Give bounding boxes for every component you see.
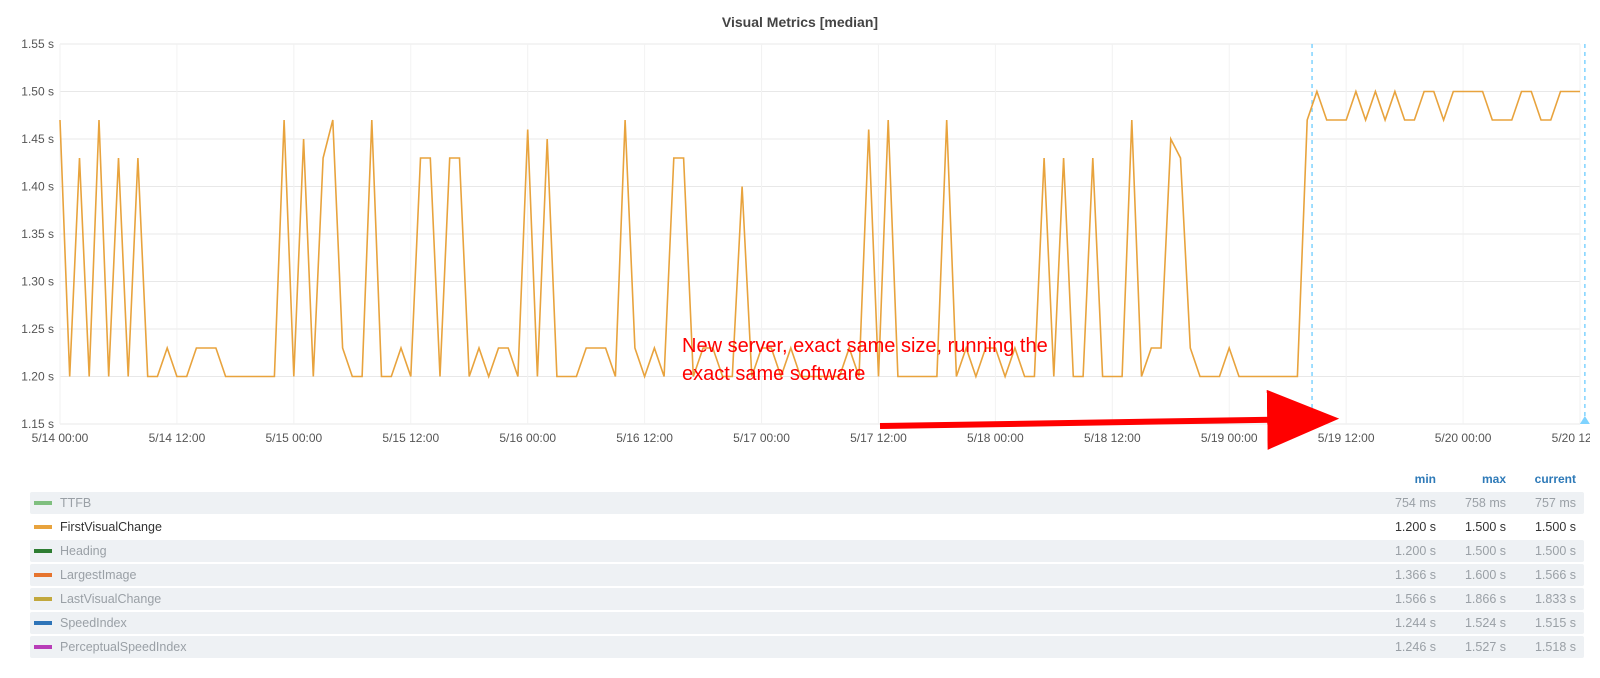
legend-current: 1.518 s: [1506, 640, 1576, 654]
legend-current: 757 ms: [1506, 496, 1576, 510]
legend-series-name: FirstVisualChange: [60, 520, 1366, 534]
legend-current: 1.500 s: [1506, 544, 1576, 558]
legend-min: 1.366 s: [1366, 568, 1436, 582]
svg-text:5/15 12:00: 5/15 12:00: [382, 431, 439, 445]
legend-max: 758 ms: [1436, 496, 1506, 510]
svg-text:1.20 s: 1.20 s: [21, 370, 54, 384]
legend-current: 1.566 s: [1506, 568, 1576, 582]
svg-text:5/14 00:00: 5/14 00:00: [32, 431, 89, 445]
svg-text:1.30 s: 1.30 s: [21, 275, 54, 289]
svg-text:1.50 s: 1.50 s: [21, 85, 54, 99]
svg-text:5/18 00:00: 5/18 00:00: [967, 431, 1024, 445]
legend-header: min max current: [30, 468, 1584, 492]
legend-swatch: [34, 645, 52, 649]
legend-row-firstvisualchange[interactable]: FirstVisualChange1.200 s1.500 s1.500 s: [30, 516, 1584, 538]
legend-row-speedindex[interactable]: SpeedIndex1.244 s1.524 s1.515 s: [30, 612, 1584, 634]
legend-min: 754 ms: [1366, 496, 1436, 510]
legend-max: 1.527 s: [1436, 640, 1506, 654]
svg-text:1.40 s: 1.40 s: [21, 180, 54, 194]
legend-max: 1.500 s: [1436, 544, 1506, 558]
legend-row-ttfb[interactable]: TTFB754 ms758 ms757 ms: [30, 492, 1584, 514]
legend-swatch: [34, 573, 52, 577]
legend-series-name: LargestImage: [60, 568, 1366, 582]
svg-text:1.15 s: 1.15 s: [21, 417, 54, 431]
legend-header-max: max: [1436, 472, 1506, 486]
svg-text:5/19 00:00: 5/19 00:00: [1201, 431, 1258, 445]
legend-min: 1.244 s: [1366, 616, 1436, 630]
legend-swatch: [34, 501, 52, 505]
chart-area[interactable]: 1.15 s 1.20 s 1.25 s 1.30 s 1.35 s 1.40 s 1.45…: [10, 34, 1590, 464]
legend-max: 1.600 s: [1436, 568, 1506, 582]
legend-series-name: LastVisualChange: [60, 592, 1366, 606]
svg-text:5/20 12:00: 5/20 12:00: [1552, 431, 1590, 445]
svg-text:5/17 12:00: 5/17 12:00: [850, 431, 907, 445]
svg-text:5/20 00:00: 5/20 00:00: [1435, 431, 1492, 445]
svg-text:5/15 00:00: 5/15 00:00: [265, 431, 322, 445]
legend-row-largestimage[interactable]: LargestImage1.366 s1.600 s1.566 s: [30, 564, 1584, 586]
legend-series-name: Heading: [60, 544, 1366, 558]
legend-min: 1.566 s: [1366, 592, 1436, 606]
svg-text:1.45 s: 1.45 s: [21, 132, 54, 146]
legend-current: 1.500 s: [1506, 520, 1576, 534]
legend-row-perceptualspeedindex[interactable]: PerceptualSpeedIndex1.246 s1.527 s1.518 …: [30, 636, 1584, 658]
legend-min: 1.200 s: [1366, 520, 1436, 534]
chart-title: Visual Metrics [median]: [10, 8, 1590, 34]
svg-text:5/16 00:00: 5/16 00:00: [499, 431, 556, 445]
legend-series-name: PerceptualSpeedIndex: [60, 640, 1366, 654]
legend-swatch: [34, 597, 52, 601]
svg-text:1.55 s: 1.55 s: [21, 37, 54, 51]
svg-text:5/18 12:00: 5/18 12:00: [1084, 431, 1141, 445]
legend-swatch: [34, 621, 52, 625]
legend-table: min max current TTFB754 ms758 ms757 msFi…: [30, 468, 1584, 658]
svg-text:5/19 12:00: 5/19 12:00: [1318, 431, 1375, 445]
legend-current: 1.833 s: [1506, 592, 1576, 606]
legend-row-heading[interactable]: Heading1.200 s1.500 s1.500 s: [30, 540, 1584, 562]
svg-text:5/14 12:00: 5/14 12:00: [149, 431, 206, 445]
svg-text:1.25 s: 1.25 s: [21, 322, 54, 336]
legend-series-name: SpeedIndex: [60, 616, 1366, 630]
svg-text:5/17 00:00: 5/17 00:00: [733, 431, 790, 445]
legend-row-lastvisualchange[interactable]: LastVisualChange1.566 s1.866 s1.833 s: [30, 588, 1584, 610]
legend-header-current: current: [1506, 472, 1576, 486]
legend-header-min: min: [1366, 472, 1436, 486]
legend-swatch: [34, 549, 52, 553]
legend-max: 1.500 s: [1436, 520, 1506, 534]
legend-max: 1.866 s: [1436, 592, 1506, 606]
annotation-text: New server, exact same size, running the…: [682, 332, 1122, 388]
svg-text:5/16 12:00: 5/16 12:00: [616, 431, 673, 445]
legend-min: 1.200 s: [1366, 544, 1436, 558]
legend-min: 1.246 s: [1366, 640, 1436, 654]
legend-max: 1.524 s: [1436, 616, 1506, 630]
legend-swatch: [34, 525, 52, 529]
svg-text:1.35 s: 1.35 s: [21, 227, 54, 241]
legend-current: 1.515 s: [1506, 616, 1576, 630]
legend-series-name: TTFB: [60, 496, 1366, 510]
